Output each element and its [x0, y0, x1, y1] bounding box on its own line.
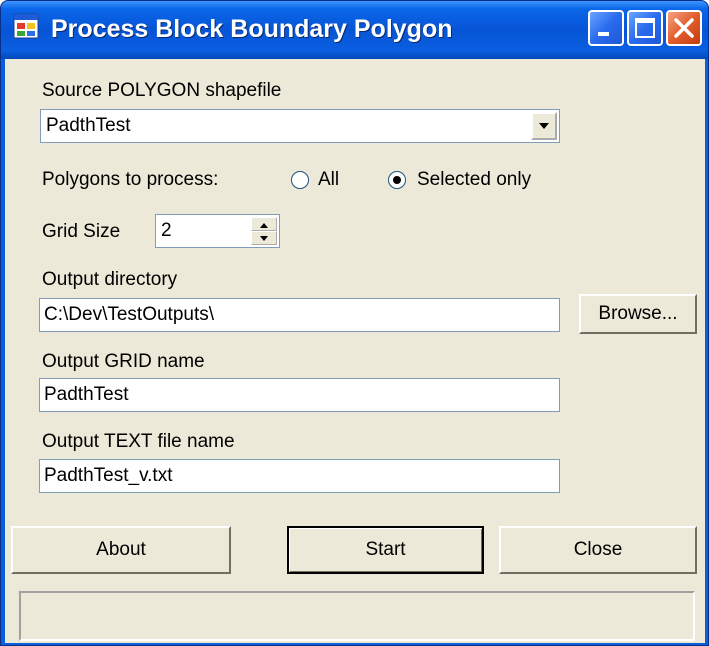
dropdown-button[interactable] — [531, 112, 557, 140]
caret-down-icon — [260, 236, 268, 241]
output-grid-label: Output GRID name — [42, 351, 205, 372]
grid-size-label: Grid Size — [42, 221, 121, 242]
source-shapefile-dropdown[interactable]: PadthTest — [40, 109, 560, 143]
close-window-button[interactable] — [666, 10, 702, 46]
dialog-window: Process Block Boundary Polygon Source PO… — [0, 0, 709, 646]
maximize-button[interactable] — [627, 10, 663, 46]
radio-selected-only[interactable] — [388, 171, 406, 189]
source-shapefile-label: Source POLYGON shapefile — [42, 80, 282, 101]
output-text-label: Output TEXT file name — [42, 431, 235, 452]
close-icon — [674, 18, 694, 38]
output-directory-input[interactable]: C:\Dev\TestOutputs\ — [39, 298, 560, 332]
radio-all[interactable] — [291, 171, 309, 189]
start-button[interactable]: Start — [287, 526, 484, 574]
browse-button[interactable]: Browse... — [579, 294, 697, 334]
minimize-button[interactable] — [588, 10, 624, 46]
title-bar[interactable]: Process Block Boundary Polygon — [1, 1, 708, 59]
window-title: Process Block Boundary Polygon — [51, 15, 453, 43]
status-bar — [19, 591, 695, 641]
output-text-input[interactable]: PadthTest_v.txt — [39, 459, 560, 493]
grid-size-value: 2 — [161, 220, 172, 241]
polygons-to-process-label: Polygons to process: — [42, 169, 219, 190]
caret-up-icon — [260, 223, 268, 228]
radio-all-label[interactable]: All — [318, 169, 339, 191]
output-grid-input[interactable]: PadthTest — [39, 378, 560, 412]
radio-selected-only-label[interactable]: Selected only — [417, 169, 531, 191]
stepper-up-button[interactable] — [251, 217, 277, 231]
about-button[interactable]: About — [11, 526, 231, 574]
output-directory-label: Output directory — [42, 269, 178, 290]
app-window-icon — [13, 13, 39, 39]
minimize-icon — [598, 32, 609, 36]
stepper-down-button[interactable] — [251, 231, 277, 245]
chevron-down-icon — [539, 123, 549, 129]
dialog-body: Source POLYGON shapefile PadthTest Polyg… — [5, 59, 705, 643]
maximize-icon — [635, 18, 655, 38]
source-shapefile-value: PadthTest — [46, 115, 131, 136]
close-button[interactable]: Close — [499, 526, 697, 574]
grid-size-stepper[interactable]: 2 — [155, 214, 280, 248]
